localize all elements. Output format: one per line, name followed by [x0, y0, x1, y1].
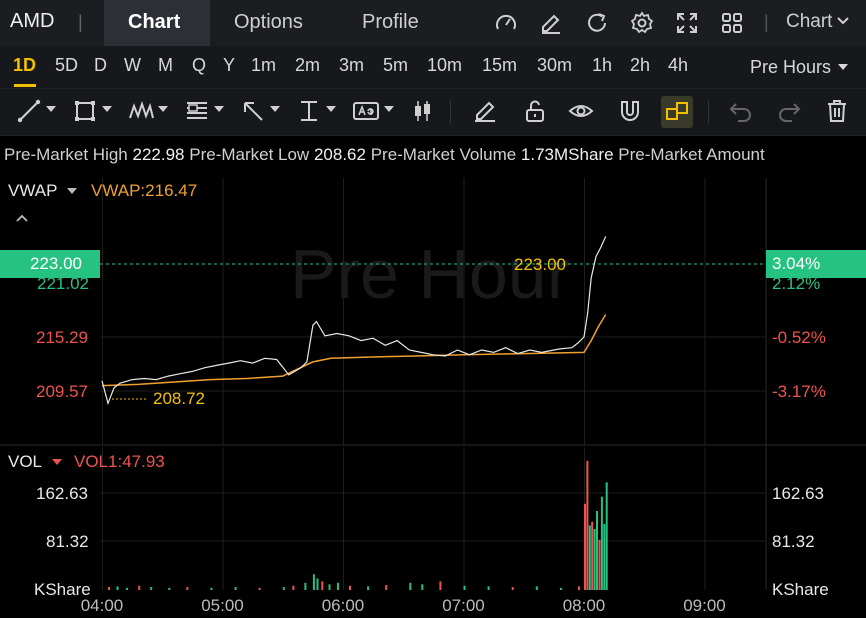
vwap-indicator-dropdown[interactable]: VWAP: [8, 181, 79, 201]
current-price-tag: 223.00: [0, 250, 100, 278]
triangle-down-icon: [52, 459, 63, 465]
volume-bar: [598, 539, 601, 590]
time-axis-label: 09:00: [683, 596, 726, 615]
volume-bar: [603, 523, 606, 590]
chevron-up-icon[interactable]: [14, 212, 30, 224]
triangle-down-icon: [67, 188, 78, 194]
volume-bar: [605, 482, 608, 590]
vol-indicator-value: VOL1:47.93: [74, 452, 165, 471]
low-price-marker: 208.72: [153, 389, 205, 408]
volume-bar: [593, 529, 596, 590]
volume-bar: [439, 581, 442, 590]
percent-axis-label: -0.52%: [772, 328, 826, 347]
time-axis-label: 07:00: [442, 596, 485, 615]
volume-bar: [316, 578, 319, 590]
volume-axis-label: 81.32: [46, 532, 89, 551]
percent-axis-label: -3.17%: [772, 382, 826, 401]
volume-bar: [210, 587, 213, 590]
volume-bar: [234, 587, 237, 590]
volume-bar: [511, 587, 514, 590]
price-axis-label: 209.57: [36, 382, 88, 401]
time-axis-label: 05:00: [201, 596, 244, 615]
volume-bar: [535, 586, 538, 590]
volume-bar: [588, 525, 591, 590]
volume-bar: [116, 586, 119, 590]
high-price-marker: 223.00: [514, 255, 566, 274]
volume-bar: [150, 587, 153, 590]
volume-bar: [337, 582, 339, 590]
volume-bar: [126, 587, 129, 590]
volume-axis-label: 162.63: [36, 484, 88, 503]
volume-bar: [596, 511, 598, 590]
volume-bar: [421, 584, 424, 590]
volume-bar: [559, 587, 562, 590]
volume-bar: [591, 521, 594, 590]
price-chart[interactable]: Pre Hour 04:00 05:00 06:00 07:00 08:00 09:00: [0, 0, 866, 618]
volume-bars: [108, 460, 608, 590]
time-axis-label: 08:00: [563, 596, 606, 615]
vol-indicator-dropdown[interactable]: VOL: [8, 452, 64, 472]
volume-axis-label: 81.32: [772, 532, 815, 551]
volume-bar: [409, 582, 412, 590]
volume-bar: [258, 587, 261, 590]
volume-bar: [282, 587, 285, 590]
volume-bar: [578, 586, 580, 590]
volume-bar: [600, 496, 603, 590]
volume-bar: [328, 584, 331, 590]
volume-bar: [108, 587, 110, 590]
volume-bar: [312, 574, 315, 590]
volume-axis-label: 162.63: [772, 484, 824, 503]
vwap-indicator-value: VWAP:216.47: [91, 181, 198, 200]
volume-bar: [349, 585, 351, 590]
time-axis-label: 06:00: [322, 596, 365, 615]
vol-indicator-name: VOL: [8, 452, 43, 471]
volume-bar: [463, 585, 466, 590]
volume-bar: [385, 585, 388, 590]
current-percent-value: 3.04%: [772, 254, 821, 273]
volume-bar: [138, 585, 141, 590]
volume-bar: [292, 585, 295, 590]
volume-bar: [186, 587, 189, 590]
volume-unit-label: KShare: [772, 580, 829, 599]
current-percent-tag: 3.04%: [766, 250, 866, 278]
volume-bar: [586, 460, 589, 590]
current-price-value: 223.00: [30, 254, 82, 273]
volume-bar: [584, 503, 586, 590]
volume-bar: [168, 587, 171, 590]
volume-bar: [487, 586, 490, 590]
vwap-indicator-name: VWAP: [8, 181, 58, 200]
time-axis: 04:00 05:00 06:00 07:00 08:00 09:00: [81, 596, 726, 615]
volume-bar: [367, 586, 370, 590]
volume-bar: [304, 582, 307, 590]
volume-bar: [321, 581, 324, 590]
price-axis-label: 215.29: [36, 328, 88, 347]
volume-unit-label: KShare: [34, 580, 91, 599]
